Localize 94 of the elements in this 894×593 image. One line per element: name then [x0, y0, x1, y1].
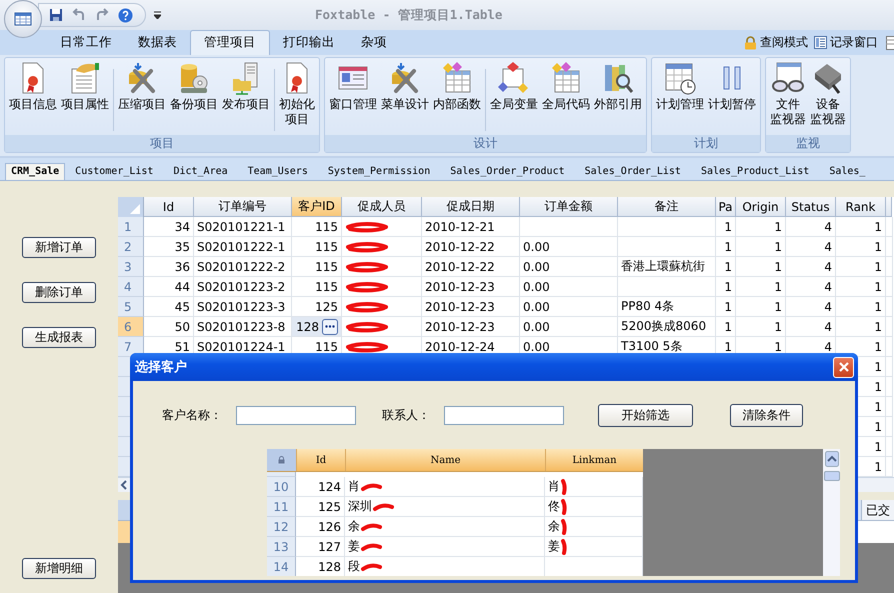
cell-text: 1: [724, 240, 732, 254]
cell-text: 1: [874, 360, 882, 374]
cell-text: 肖: [348, 478, 360, 495]
cell-text: S020101223-8: [197, 320, 286, 334]
cell-text: 1: [724, 340, 732, 354]
cell-text: 0.00: [523, 240, 550, 254]
cell-text: 1: [724, 300, 732, 314]
cell-text: 4: [824, 240, 832, 254]
cell-text: 115: [315, 220, 338, 234]
cell-text: 1: [724, 320, 732, 334]
cell-text: 51: [174, 340, 190, 354]
cell-text: S020101222-2: [197, 260, 286, 274]
dialog-title: 选择客户: [135, 358, 187, 376]
cell-text: S020101222-1: [197, 240, 286, 254]
cell-text: 34: [174, 220, 190, 234]
cell-text: 肖: [548, 478, 560, 495]
group-label: 项目: [5, 135, 319, 152]
cell-text: 1: [874, 420, 882, 434]
cell-text: 姜: [348, 538, 360, 555]
cell-text: 2010-12-23: [425, 300, 495, 314]
cell-text: 36: [174, 260, 190, 274]
field-label: 联系人：: [382, 406, 430, 424]
cell-text: 128: [318, 560, 341, 574]
cell-text: 4: [824, 300, 832, 314]
cell-text: 1: [874, 220, 882, 234]
cell-text: 44: [174, 280, 190, 294]
cell-text: 1: [874, 260, 882, 274]
cell-text: 126: [318, 520, 341, 534]
cell-text: 2010-12-23: [425, 280, 495, 294]
cell-text: 1: [874, 340, 882, 354]
cell-text: 1: [774, 220, 782, 234]
cell-text: 佟: [548, 498, 560, 515]
cell-text: S020101223-3: [197, 300, 286, 314]
cell-text: 115: [315, 340, 338, 354]
cell-text: 125: [315, 300, 338, 314]
cell-text: 1: [874, 440, 882, 454]
cell-text: 2010-12-22: [425, 260, 495, 274]
cell-text: 4: [824, 280, 832, 294]
cell-text: 115: [315, 260, 338, 274]
cell-text: 1: [874, 320, 882, 334]
cell-text: 1: [874, 300, 882, 314]
cell-text: 1: [724, 260, 732, 274]
cell-text: 2010-12-24: [425, 340, 495, 354]
cell-text: 0.00: [523, 300, 550, 314]
cell-text: PP80 4条: [621, 298, 674, 315]
cell-text: 1: [774, 260, 782, 274]
cell-text: S020101221-1: [197, 220, 286, 234]
cell-text: 香港上環蘇杭街: [621, 258, 705, 275]
window-title: Foxtable - 管理项目1.Table: [315, 6, 502, 24]
cell-text: 0.00: [523, 260, 550, 274]
cell-text: 2010-12-21: [425, 220, 495, 234]
cell-text: 4: [824, 260, 832, 274]
cell-text: 1: [774, 320, 782, 334]
cell-text: 0.00: [523, 280, 550, 294]
field-label: 客户名称：: [162, 406, 222, 424]
cell-text: 125: [318, 500, 341, 514]
cell-text: 4: [824, 220, 832, 234]
cell-text: 深圳: [348, 498, 372, 515]
cell-text: 1: [774, 300, 782, 314]
cell-text: S020101223-2: [197, 280, 286, 294]
cell-text: 2010-12-23: [425, 320, 495, 334]
cell-text: 0.00: [523, 320, 550, 334]
cell-text: 4: [824, 340, 832, 354]
cell-text: 1: [774, 280, 782, 294]
cell-text: 1: [874, 380, 882, 394]
group-label: 设计: [325, 135, 646, 152]
group-label: 监视: [766, 135, 850, 152]
cell-text: 1: [874, 240, 882, 254]
cell-text: 1: [874, 280, 882, 294]
cell-text: 50: [174, 320, 190, 334]
cell-text: 余: [348, 518, 360, 535]
cell-text: T3100 5条: [621, 338, 682, 355]
cell-text: 1: [724, 220, 732, 234]
cell-text: 45: [174, 300, 190, 314]
cell-text: 1: [774, 240, 782, 254]
cell-text: 128: [296, 320, 319, 334]
cell-text: 姜: [548, 538, 560, 555]
cell-text: 段: [348, 558, 360, 575]
cell-text: 35: [174, 240, 190, 254]
cell-text: 0.00: [523, 340, 550, 354]
cell-text: 1: [774, 340, 782, 354]
cell-text: 5200换成8060: [621, 318, 706, 335]
cell-text: 余: [548, 518, 560, 535]
cell-text: S020101224-1: [197, 340, 286, 354]
cell-text: 1: [724, 280, 732, 294]
cell-text: 1: [874, 400, 882, 414]
cell-text: 127: [318, 540, 341, 554]
cell-text: 124: [318, 480, 341, 494]
cell-text: 115: [315, 280, 338, 294]
cell-text: 4: [824, 320, 832, 334]
group-label: 计划: [652, 135, 760, 152]
cell-text: 115: [315, 240, 338, 254]
cell-text: 2010-12-22: [425, 240, 495, 254]
cell-text: 1: [874, 460, 882, 474]
